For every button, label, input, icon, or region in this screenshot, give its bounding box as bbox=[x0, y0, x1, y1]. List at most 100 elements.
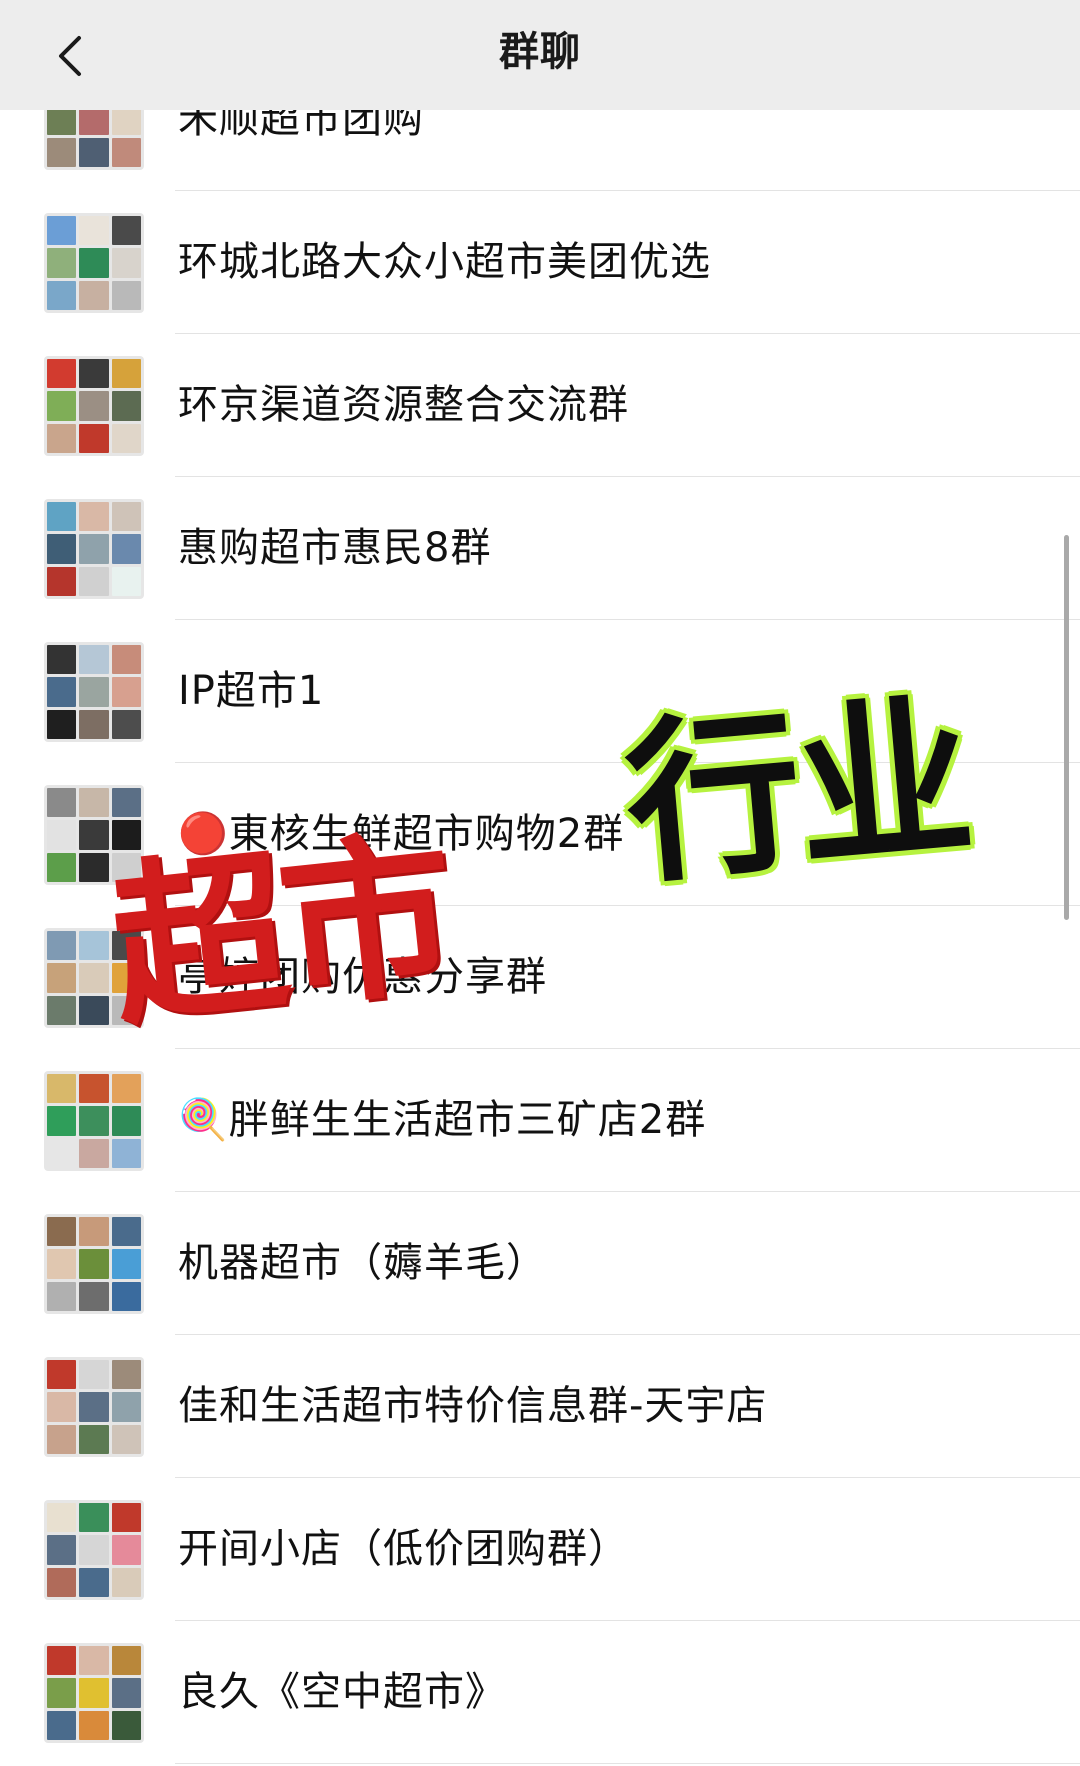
member-avatar bbox=[111, 502, 141, 532]
list-item[interactable]: 开间小店（低价团购群） bbox=[0, 1478, 1080, 1621]
member-avatar bbox=[79, 1710, 109, 1740]
group-name: 机器超市（薅羊毛） bbox=[178, 1240, 547, 1286]
group-avatar bbox=[44, 1071, 144, 1171]
member-avatar bbox=[111, 931, 141, 961]
list-item[interactable]: 环城北路大众小超市美团优选 bbox=[0, 191, 1080, 334]
list-item[interactable]: 机器超市（薅羊毛） bbox=[0, 1192, 1080, 1335]
member-avatar bbox=[47, 359, 77, 389]
member-avatar bbox=[47, 1646, 77, 1676]
group-avatar bbox=[44, 642, 144, 742]
member-avatar bbox=[47, 820, 77, 850]
member-avatar bbox=[47, 1392, 77, 1422]
member-avatar bbox=[79, 1281, 109, 1311]
member-avatar bbox=[79, 995, 109, 1025]
list-item[interactable]: IP超市1 bbox=[0, 620, 1080, 763]
member-avatar bbox=[79, 1249, 109, 1279]
member-avatar bbox=[111, 248, 141, 278]
group-name: 惠购超市惠民8群 bbox=[178, 525, 492, 571]
list-item[interactable]: 佳和生活超市特价信息群-天宇店 bbox=[0, 1335, 1080, 1478]
list-item[interactable]: 环京渠道资源整合交流群 bbox=[0, 334, 1080, 477]
member-avatar bbox=[111, 788, 141, 818]
member-avatar bbox=[47, 1567, 77, 1597]
scrollbar[interactable] bbox=[1064, 535, 1069, 920]
member-avatar bbox=[79, 1106, 109, 1136]
member-avatar bbox=[47, 963, 77, 993]
member-avatar bbox=[47, 1106, 77, 1136]
member-avatar bbox=[111, 963, 141, 993]
member-avatar bbox=[111, 280, 141, 310]
member-avatar bbox=[111, 1249, 141, 1279]
member-avatar bbox=[47, 248, 77, 278]
member-avatar bbox=[111, 1424, 141, 1454]
group-name: 🔴東核生鲜超市购物2群 bbox=[178, 811, 625, 857]
member-avatar bbox=[47, 852, 77, 882]
member-avatar bbox=[111, 1138, 141, 1168]
list-item[interactable]: 惠购超市惠民8群 bbox=[0, 477, 1080, 620]
list-item[interactable]: 良久《空中超市》 bbox=[0, 1621, 1080, 1764]
group-avatar bbox=[44, 356, 144, 456]
member-avatar bbox=[111, 1074, 141, 1104]
member-avatar bbox=[47, 1710, 77, 1740]
group-avatar bbox=[44, 928, 144, 1028]
member-avatar bbox=[47, 1678, 77, 1708]
member-avatar bbox=[47, 1281, 77, 1311]
member-avatar bbox=[47, 502, 77, 532]
member-avatar bbox=[79, 216, 109, 246]
member-avatar bbox=[79, 534, 109, 564]
member-avatar bbox=[79, 423, 109, 453]
member-avatar bbox=[79, 137, 109, 167]
member-avatar bbox=[111, 423, 141, 453]
member-avatar bbox=[111, 359, 141, 389]
group-name: 开间小店（低价团购群） bbox=[178, 1526, 629, 1572]
member-avatar bbox=[79, 1360, 109, 1390]
group-avatar bbox=[44, 213, 144, 313]
member-avatar bbox=[79, 1646, 109, 1676]
member-avatar bbox=[79, 359, 109, 389]
member-avatar bbox=[47, 1535, 77, 1565]
member-avatar bbox=[79, 1138, 109, 1168]
member-avatar bbox=[111, 1281, 141, 1311]
member-avatar bbox=[47, 423, 77, 453]
group-avatar bbox=[44, 1643, 144, 1743]
member-avatar bbox=[47, 534, 77, 564]
list-item[interactable]: 🔴東核生鲜超市购物2群 bbox=[0, 763, 1080, 906]
member-avatar bbox=[79, 645, 109, 675]
group-name: 佳和生活超市特价信息群-天宇店 bbox=[178, 1383, 768, 1429]
member-avatar bbox=[111, 677, 141, 707]
member-avatar bbox=[79, 709, 109, 739]
member-avatar bbox=[111, 995, 141, 1025]
member-avatar bbox=[111, 566, 141, 596]
member-avatar bbox=[111, 1503, 141, 1533]
member-avatar bbox=[47, 788, 77, 818]
page-title: 群聊 bbox=[499, 29, 581, 75]
member-avatar bbox=[47, 137, 77, 167]
member-avatar bbox=[47, 1424, 77, 1454]
member-avatar bbox=[79, 502, 109, 532]
member-avatar bbox=[111, 1106, 141, 1136]
member-avatar bbox=[111, 1646, 141, 1676]
group-name: 良久《空中超市》 bbox=[178, 1669, 506, 1715]
group-avatar bbox=[44, 1500, 144, 1600]
member-avatar bbox=[79, 248, 109, 278]
member-avatar bbox=[79, 852, 109, 882]
member-avatar bbox=[47, 1138, 77, 1168]
member-avatar bbox=[47, 677, 77, 707]
group-chat-list: 禾顺超市团购 环城北路大众小超市美团优选 环京渠道资源整合交流群 惠购超市惠民8群 IP… bbox=[0, 0, 1080, 1766]
group-name: 亭婷团购优惠分享群 bbox=[178, 954, 547, 1000]
member-avatar bbox=[111, 1535, 141, 1565]
member-avatar bbox=[111, 852, 141, 882]
member-avatar bbox=[79, 931, 109, 961]
member-avatar bbox=[47, 216, 77, 246]
member-avatar bbox=[47, 1503, 77, 1533]
member-avatar bbox=[111, 709, 141, 739]
member-avatar bbox=[47, 280, 77, 310]
member-avatar bbox=[111, 645, 141, 675]
list-item[interactable]: 🍭胖鲜生生活超市三矿店2群 bbox=[0, 1049, 1080, 1192]
list-item[interactable]: 亭婷团购优惠分享群 bbox=[0, 906, 1080, 1049]
group-name: IP超市1 bbox=[178, 668, 325, 714]
member-avatar bbox=[79, 1217, 109, 1247]
member-avatar bbox=[79, 1535, 109, 1565]
member-avatar bbox=[47, 391, 77, 421]
member-avatar bbox=[47, 566, 77, 596]
member-avatar bbox=[111, 534, 141, 564]
